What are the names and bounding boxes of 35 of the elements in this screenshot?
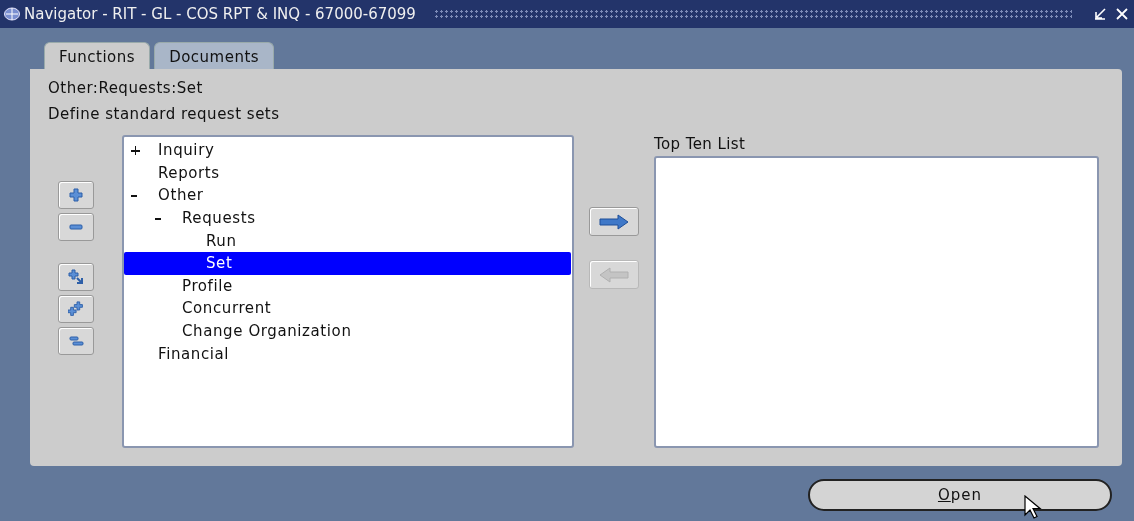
- collapse-button[interactable]: [58, 213, 94, 241]
- top-ten-list[interactable]: [654, 156, 1099, 448]
- tree-item[interactable]: Change Organization: [124, 319, 571, 343]
- open-button[interactable]: Open: [808, 479, 1112, 511]
- double-minus-icon: [68, 333, 84, 349]
- tree-item[interactable]: Other: [124, 184, 571, 207]
- function-description: Define standard request sets: [48, 105, 281, 125]
- expand-button[interactable]: [58, 181, 94, 209]
- function-tree[interactable]: Inquiry Reports Other Requests Run Set Profile Concurrent Change Organization Financial: [122, 135, 574, 448]
- window-title: Navigator - RIT - GL - COS RPT & INQ - 67000-67099: [24, 5, 416, 23]
- expand-branch-button[interactable]: [58, 263, 94, 291]
- globe-icon: [4, 7, 20, 21]
- list-label: Top Ten List: [654, 135, 747, 155]
- tree-item[interactable]: Reports: [124, 161, 571, 185]
- tree-item[interactable]: Profile: [124, 274, 571, 298]
- tree-item[interactable]: Run: [124, 229, 571, 252]
- mouse-pointer-icon: [1024, 495, 1044, 519]
- plus-icon: [68, 187, 84, 203]
- collapse-all-button[interactable]: [58, 327, 94, 355]
- plus-arrow-icon: [68, 269, 84, 285]
- right-arrow-icon: [599, 213, 629, 230]
- tree-item[interactable]: Concurrent: [124, 297, 571, 320]
- expand-all-button[interactable]: [58, 295, 94, 323]
- double-plus-icon: [68, 301, 84, 317]
- minimize-icon[interactable]: [1094, 8, 1106, 20]
- tab[interactable]: Functions: [44, 42, 151, 69]
- left-arrow-icon: [599, 266, 629, 283]
- add-button[interactable]: [589, 207, 639, 236]
- tree-item[interactable]: Inquiry: [124, 139, 571, 162]
- tree-item[interactable]: Financial: [124, 342, 571, 365]
- tree-item[interactable]: Set: [124, 251, 571, 275]
- function-path: Other:Requests:Set: [48, 79, 204, 99]
- close-icon[interactable]: [1116, 8, 1128, 20]
- tree-item[interactable]: Requests: [124, 206, 571, 230]
- tab[interactable]: Documents: [154, 42, 275, 69]
